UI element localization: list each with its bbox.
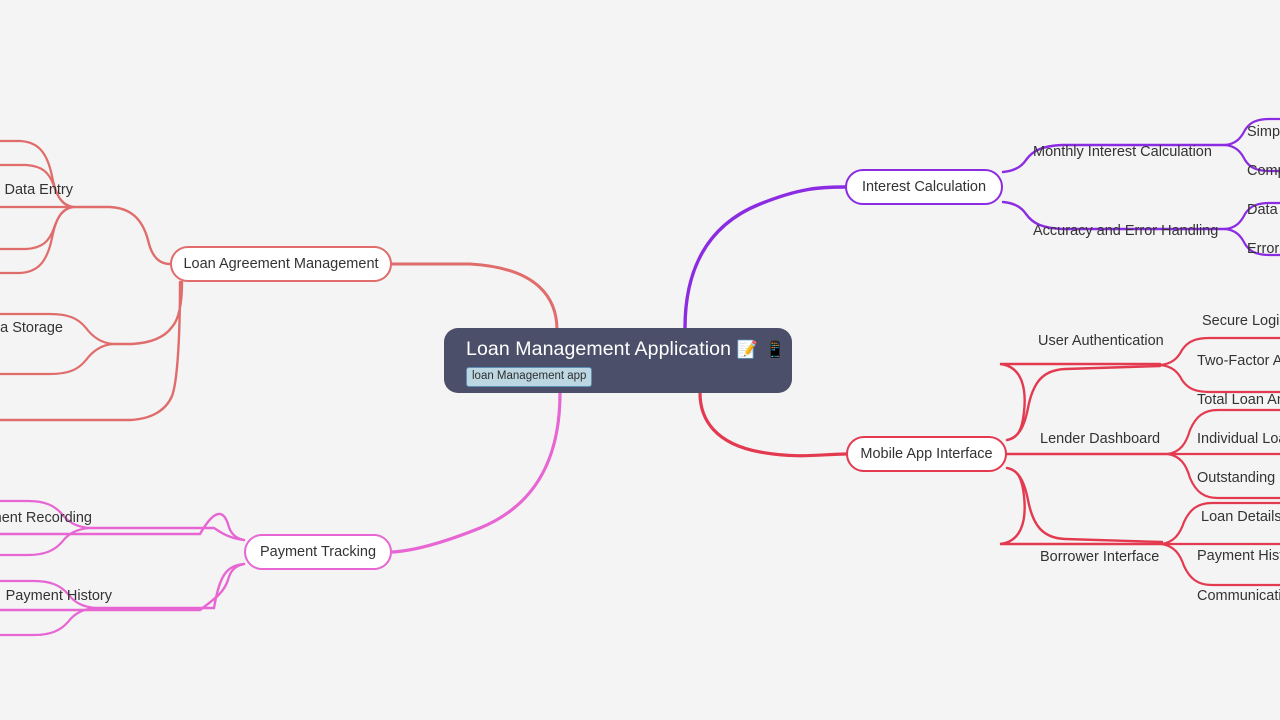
branch-label: Loan Agreement Management [183, 256, 379, 272]
root-title: Loan Management Application 📝 📱 [466, 337, 792, 362]
root-node[interactable]: Loan Management Application 📝 📱 loan Man… [444, 328, 792, 393]
root-title-text: Loan Management Application [466, 338, 732, 360]
leaf-label-compound-interest[interactable]: Comp [1247, 163, 1280, 180]
branch-label: Payment Tracking [259, 544, 377, 560]
leaf-label-individual-loans[interactable]: Individual Loa [1197, 431, 1280, 448]
branch-node-mobile-app-interface[interactable]: Mobile App Interface [846, 436, 1007, 472]
subbranch-label-payment-history[interactable]: Payment History [6, 588, 112, 605]
leaf-label-secure-login[interactable]: Secure Login [1202, 313, 1280, 330]
subbranch-label-user-authentication[interactable]: User Authentication [1038, 333, 1164, 350]
root-badge: loan Management app [466, 367, 593, 387]
subbranch-label-borrower-interface[interactable]: Borrower Interface [1040, 549, 1159, 566]
branch-label: Interest Calculation [861, 179, 987, 195]
branch-node-payment-tracking[interactable]: Payment Tracking [244, 534, 392, 570]
leaf-label-error-handling[interactable]: Error [1247, 241, 1279, 258]
subbranch-label-monthly-interest-calculation[interactable]: Monthly Interest Calculation [1033, 144, 1212, 161]
subbranch-label-data-storage[interactable]: Data Storage [0, 320, 63, 337]
leaf-label-communication[interactable]: Communicati [1197, 588, 1280, 605]
subbranch-label-lender-dashboard[interactable]: Lender Dashboard [1040, 431, 1160, 448]
branch-node-loan-agreement-management[interactable]: Loan Agreement Management [170, 246, 392, 282]
leaf-label-simple-interest[interactable]: Simp [1247, 124, 1280, 141]
leaf-label-data-validation[interactable]: Data [1247, 202, 1278, 219]
leaf-label-outstanding-balance[interactable]: Outstanding B [1197, 470, 1280, 487]
branch-node-interest-calculation[interactable]: Interest Calculation [845, 169, 1003, 205]
subbranch-label-accuracy-and-error-handling[interactable]: Accuracy and Error Handling [1033, 223, 1218, 240]
leaf-label-payment-history[interactable]: Payment Histo [1197, 548, 1280, 565]
subbranch-label-payment-recording[interactable]: Payment Recording [0, 510, 92, 527]
mindmap-canvas: Loan Management Application 📝 📱 loan Man… [0, 0, 1280, 720]
leaf-label-total-loan-amount[interactable]: Total Loan Am [1197, 392, 1280, 409]
memo-phone-emoji: 📝 📱 [736, 340, 787, 359]
branch-label: Mobile App Interface [860, 446, 993, 462]
subbranch-label-data-entry[interactable]: Data Entry [5, 182, 74, 199]
leaf-label-loan-details[interactable]: Loan Details [1201, 509, 1280, 526]
leaf-label-two-factor-authentication[interactable]: Two-Factor A [1197, 353, 1280, 370]
